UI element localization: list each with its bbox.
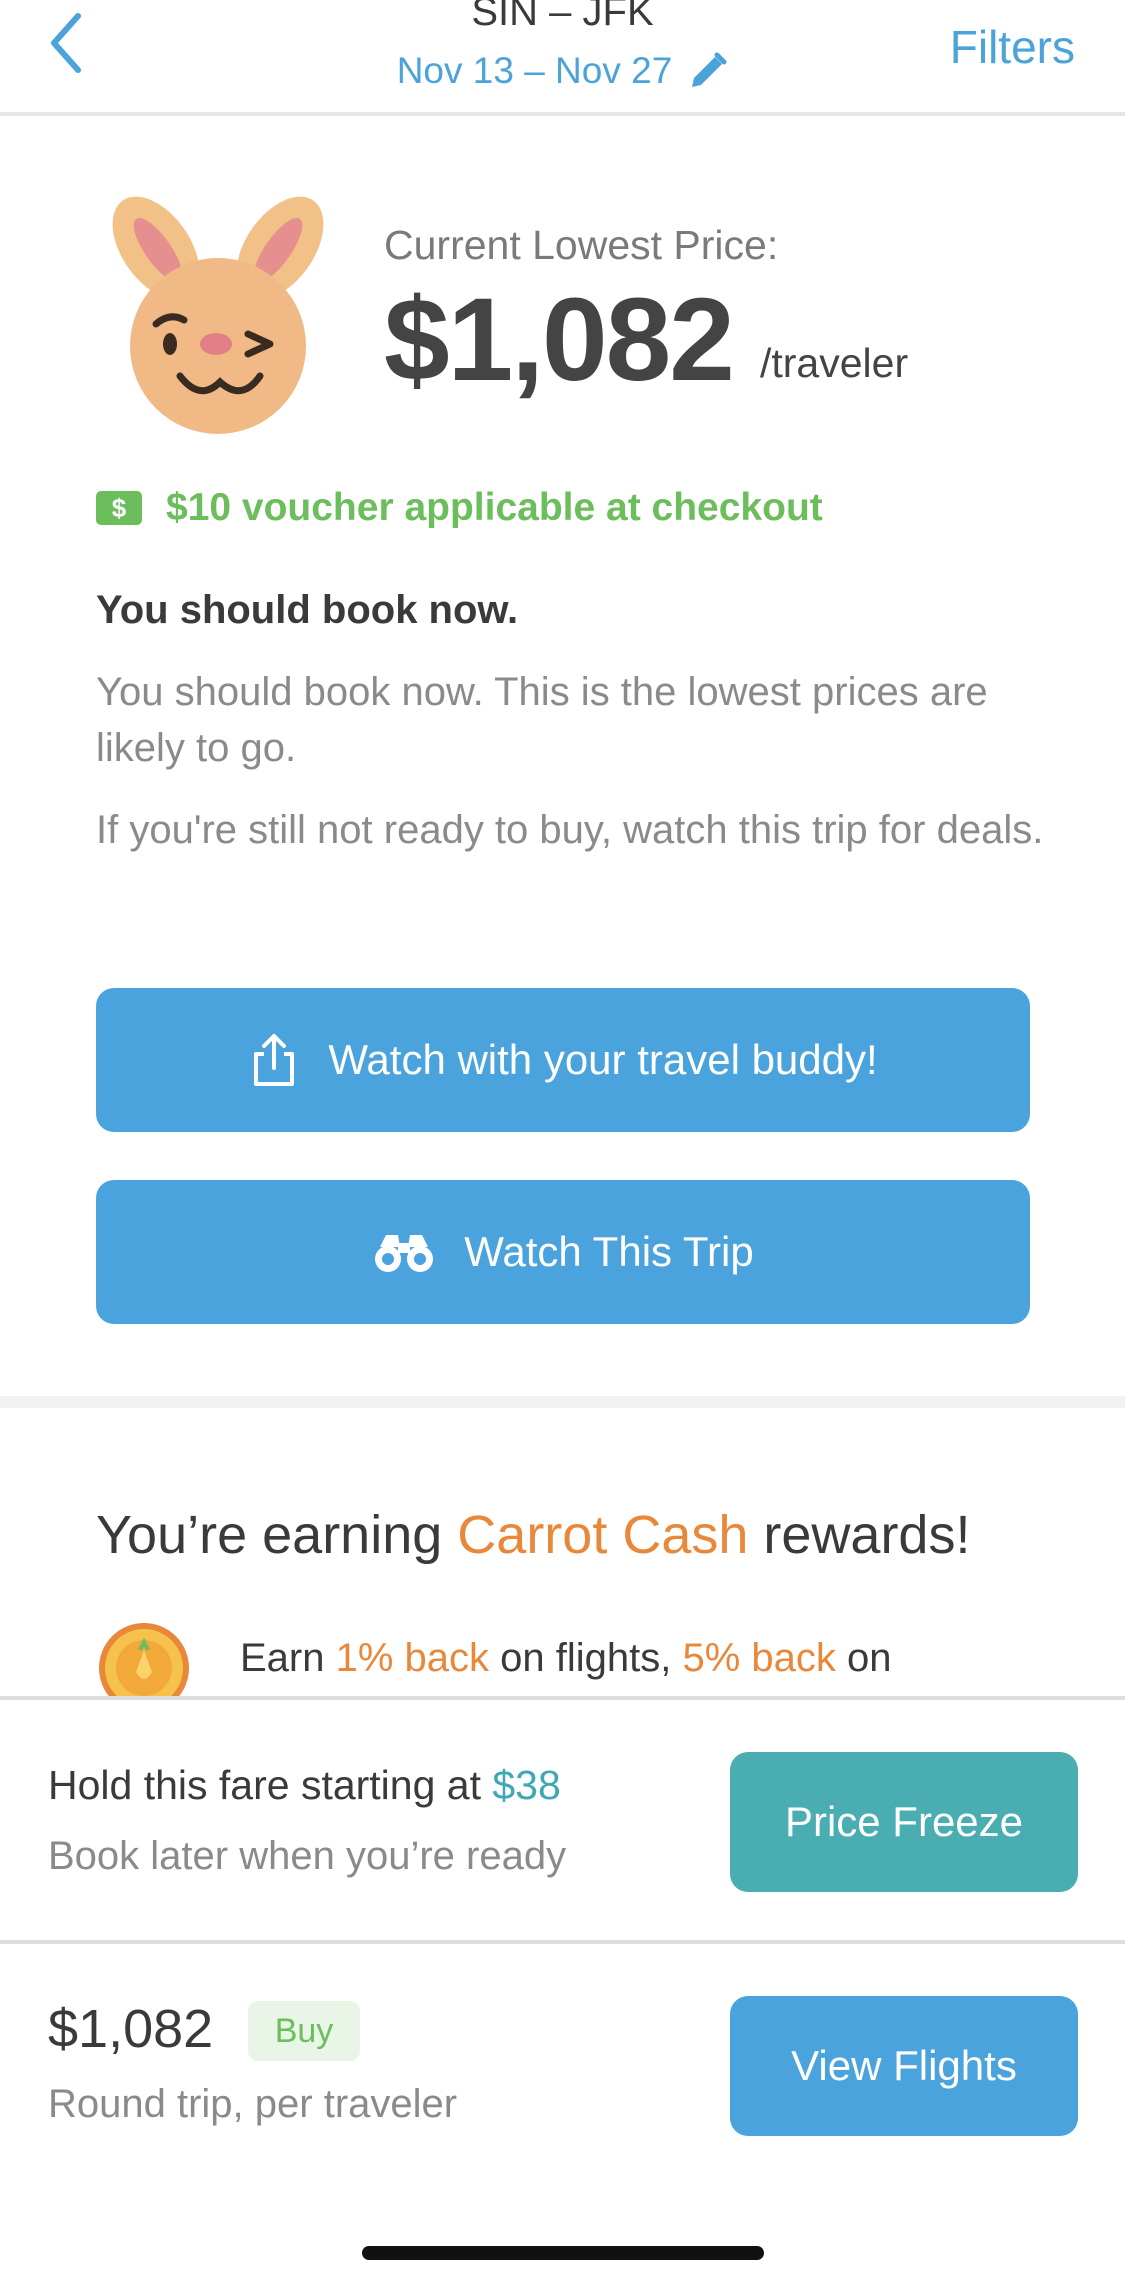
other-back-highlight: 5% back [682, 1636, 836, 1680]
hold-fare-subtitle: Book later when you’re ready [48, 1834, 567, 1878]
watch-this-trip-label: Watch This Trip [464, 1228, 754, 1275]
view-flights-button[interactable]: View Flights [730, 1996, 1078, 2136]
flights-back-highlight: 1% back [335, 1636, 490, 1680]
watch-with-buddy-label: Watch with your travel buddy! [328, 1036, 878, 1083]
hold-fare-text: Hold this fare starting at [48, 1762, 493, 1808]
watch-with-buddy-button[interactable]: Watch with your travel buddy! [96, 988, 1030, 1132]
voucher-notice: $ $10 voucher applicable at checkout [96, 486, 823, 530]
sheet-divider [0, 1940, 1125, 1944]
hold-fare-price: $38 [492, 1762, 561, 1808]
advice-title: You should book now. [96, 588, 519, 632]
voucher-icon: $ [96, 491, 142, 525]
price-label: Current Lowest Price: [384, 222, 779, 268]
rewards-title: You’re earning Carrot Cash rewards! [96, 1504, 970, 1566]
voucher-text: $10 voucher applicable at checkout [166, 486, 823, 529]
rewards-description: Earn 1% back on flights, 5% back on [240, 1636, 892, 1681]
section-divider [0, 1396, 1125, 1408]
rewards-title-pre: You’re earning [96, 1505, 458, 1565]
carrot-cash-highlight: Carrot Cash [457, 1505, 749, 1565]
bottom-price: $1,082 [48, 1999, 214, 2059]
rewards-line-part: on flights, [489, 1636, 683, 1680]
watch-hint-text: If you're still not ready to buy, watch … [96, 808, 1044, 852]
binoculars-icon [375, 1235, 434, 1272]
share-icon [254, 1034, 295, 1086]
buy-badge: Buy [248, 2001, 360, 2061]
bunny-wink-icon [96, 196, 340, 436]
home-indicator[interactable] [362, 2246, 764, 2260]
rewards-line-part: Earn [240, 1636, 336, 1680]
edit-pencil-icon [692, 52, 727, 87]
bottom-price-subtitle: Round trip, per traveler [48, 2082, 458, 2126]
filters-button[interactable]: Filters [950, 20, 1075, 74]
hold-fare-title: Hold this fare starting at $38 [48, 1762, 561, 1809]
carrot-coin-icon [96, 1620, 196, 1713]
advice-text: You should book now. This is the lowest … [96, 670, 988, 770]
price-freeze-button[interactable]: Price Freeze [730, 1752, 1078, 1892]
rewards-title-post: rewards! [748, 1505, 971, 1565]
watch-this-trip-button[interactable]: Watch This Trip [96, 1180, 1030, 1324]
current-price: $1,082 [384, 274, 735, 406]
rewards-line-part: on [835, 1636, 892, 1680]
price-unit: /traveler [760, 340, 909, 386]
date-range-label: Nov 13 – Nov 27 [396, 50, 673, 91]
